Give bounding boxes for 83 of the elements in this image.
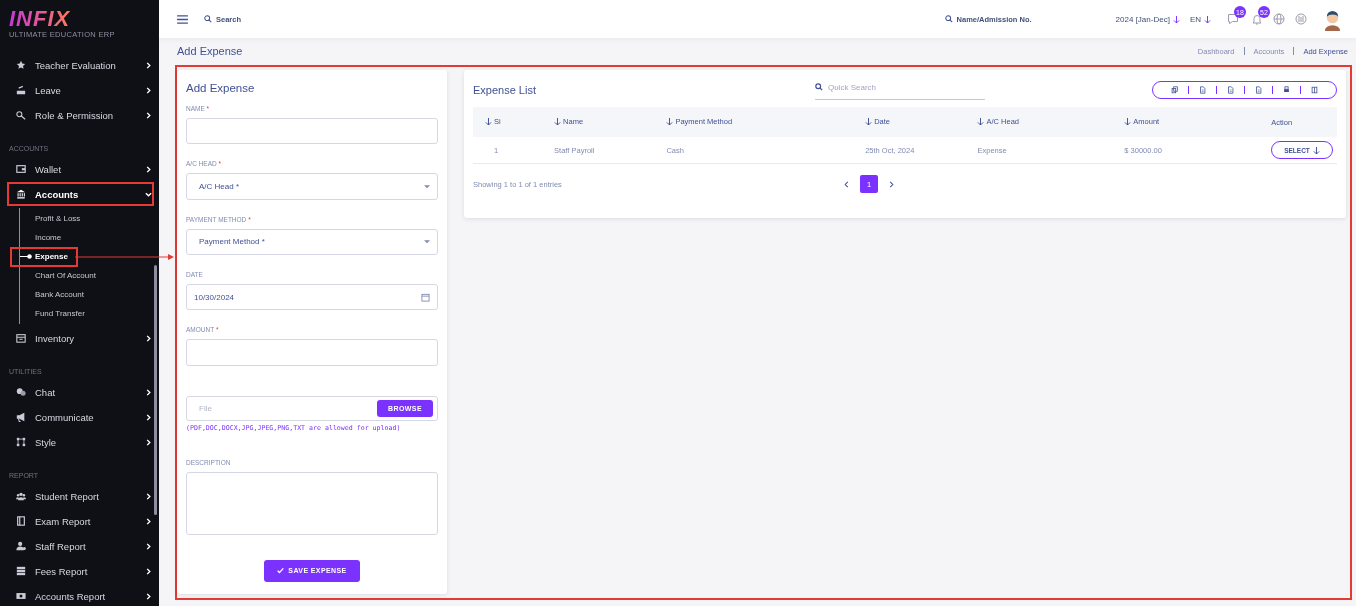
- dropdown-caret-icon: [424, 239, 430, 244]
- submenu-item[interactable]: Income: [35, 229, 62, 246]
- chevron-right-icon: [145, 413, 152, 421]
- search-icon: [204, 15, 212, 23]
- chevron-right-icon: [145, 334, 152, 342]
- sidebar-item[interactable]: Leave: [9, 80, 152, 100]
- submenu-item[interactable]: Chart Of Account: [35, 267, 96, 284]
- calendar-icon: [421, 292, 430, 302]
- submenu-item[interactable]: Fund Transfer: [35, 305, 85, 322]
- user-icon: [16, 541, 26, 551]
- menu-icon[interactable]: [177, 14, 188, 24]
- sidebar-item[interactable]: Wallet: [9, 159, 152, 179]
- sidebar-item[interactable]: Fees Report: [9, 561, 152, 581]
- globe-icon[interactable]: [1273, 13, 1285, 25]
- bell-icon[interactable]: [1251, 13, 1263, 25]
- sort-arrow-icon: [666, 116, 674, 126]
- chevron-right-icon: [145, 165, 152, 173]
- chevron-right-icon: [145, 567, 152, 575]
- scrollbar[interactable]: [154, 265, 157, 515]
- sort-arrow-icon: [1124, 116, 1132, 126]
- chevron-down-icon: [145, 190, 152, 198]
- sidebar-item[interactable]: Staff Report: [9, 536, 152, 556]
- sidebar-item[interactable]: Chat: [9, 382, 152, 402]
- text-field[interactable]: [186, 118, 438, 145]
- sort-arrow-icon: [1312, 145, 1320, 155]
- chevron-right-icon: [145, 111, 152, 119]
- submenu-item[interactable]: Profit & Loss: [35, 210, 81, 227]
- users-icon: [16, 491, 26, 501]
- chevron-right-icon: [145, 438, 152, 446]
- select-field[interactable]: A/C Head *: [186, 173, 438, 200]
- bullet-icon: [20, 254, 32, 259]
- select-field[interactable]: Payment Method *: [186, 228, 438, 256]
- megaphone-icon: [16, 412, 26, 422]
- chevron-right-icon[interactable]: [888, 180, 895, 188]
- book-icon: [16, 516, 26, 526]
- sort-arrow-icon: [554, 116, 562, 126]
- page-title: Add Expense: [177, 45, 243, 57]
- key-icon: [16, 110, 26, 120]
- sort-arrow-icon: [485, 116, 492, 126]
- description-field[interactable]: [186, 472, 438, 535]
- text-field[interactable]: [186, 339, 438, 366]
- chevron-right-icon: [145, 61, 152, 69]
- tray-icon: [16, 85, 26, 95]
- message-icon[interactable]: [1227, 13, 1239, 25]
- sidebar-item[interactable]: Exam Report: [9, 511, 152, 531]
- submenu-item[interactable]: Expense: [12, 248, 76, 265]
- chat-icon: [16, 387, 26, 397]
- sidebar-item[interactable]: Student Report: [9, 486, 152, 506]
- sidebar-item[interactable]: Accounts Report: [9, 586, 152, 606]
- date-field[interactable]: 10/30/2024: [186, 284, 438, 311]
- sidebar-item[interactable]: Role & Permission: [9, 105, 152, 125]
- chevron-right-icon: [145, 492, 152, 500]
- sidebar-item[interactable]: Style: [9, 432, 152, 452]
- chevron-right-icon: [145, 86, 152, 94]
- chevron-right-icon: [145, 388, 152, 396]
- language-selector[interactable]: EN: [1189, 14, 1211, 24]
- sort-arrow-icon: [1204, 14, 1211, 24]
- sidebar-item[interactable]: Teacher Evaluation: [9, 55, 152, 75]
- card-title: Expense List: [473, 84, 536, 96]
- check-icon: [277, 567, 285, 575]
- box-icon: [16, 333, 26, 343]
- dropdown-caret-icon: [424, 184, 430, 189]
- year-selector[interactable]: 2024 [Jan-Dec]: [1115, 14, 1180, 24]
- bank-icon: [16, 189, 26, 199]
- sidebar-item[interactable]: Communicate: [9, 407, 152, 427]
- banknote-icon: [16, 591, 26, 601]
- search-icon: [815, 83, 823, 91]
- nodes-icon: [16, 437, 26, 447]
- chevron-right-icon: [145, 542, 152, 550]
- sidebar-item[interactable]: Accounts: [9, 184, 152, 204]
- search-icon: [944, 15, 953, 23]
- chevron-left-icon[interactable]: [843, 180, 850, 188]
- stack-icon: [16, 566, 26, 576]
- sort-arrow-icon: [865, 116, 873, 126]
- submenu-item[interactable]: Bank Account: [35, 286, 84, 303]
- sidebar-item[interactable]: Inventory: [9, 328, 152, 348]
- card-title: Add Expense: [186, 82, 255, 94]
- star-icon: [16, 60, 26, 70]
- chevron-right-icon: [145, 517, 152, 525]
- chevron-right-icon: [145, 592, 152, 600]
- sort-arrow-icon: [977, 116, 985, 126]
- sort-arrow-icon: [1172, 14, 1180, 24]
- wallet-icon: [16, 164, 26, 174]
